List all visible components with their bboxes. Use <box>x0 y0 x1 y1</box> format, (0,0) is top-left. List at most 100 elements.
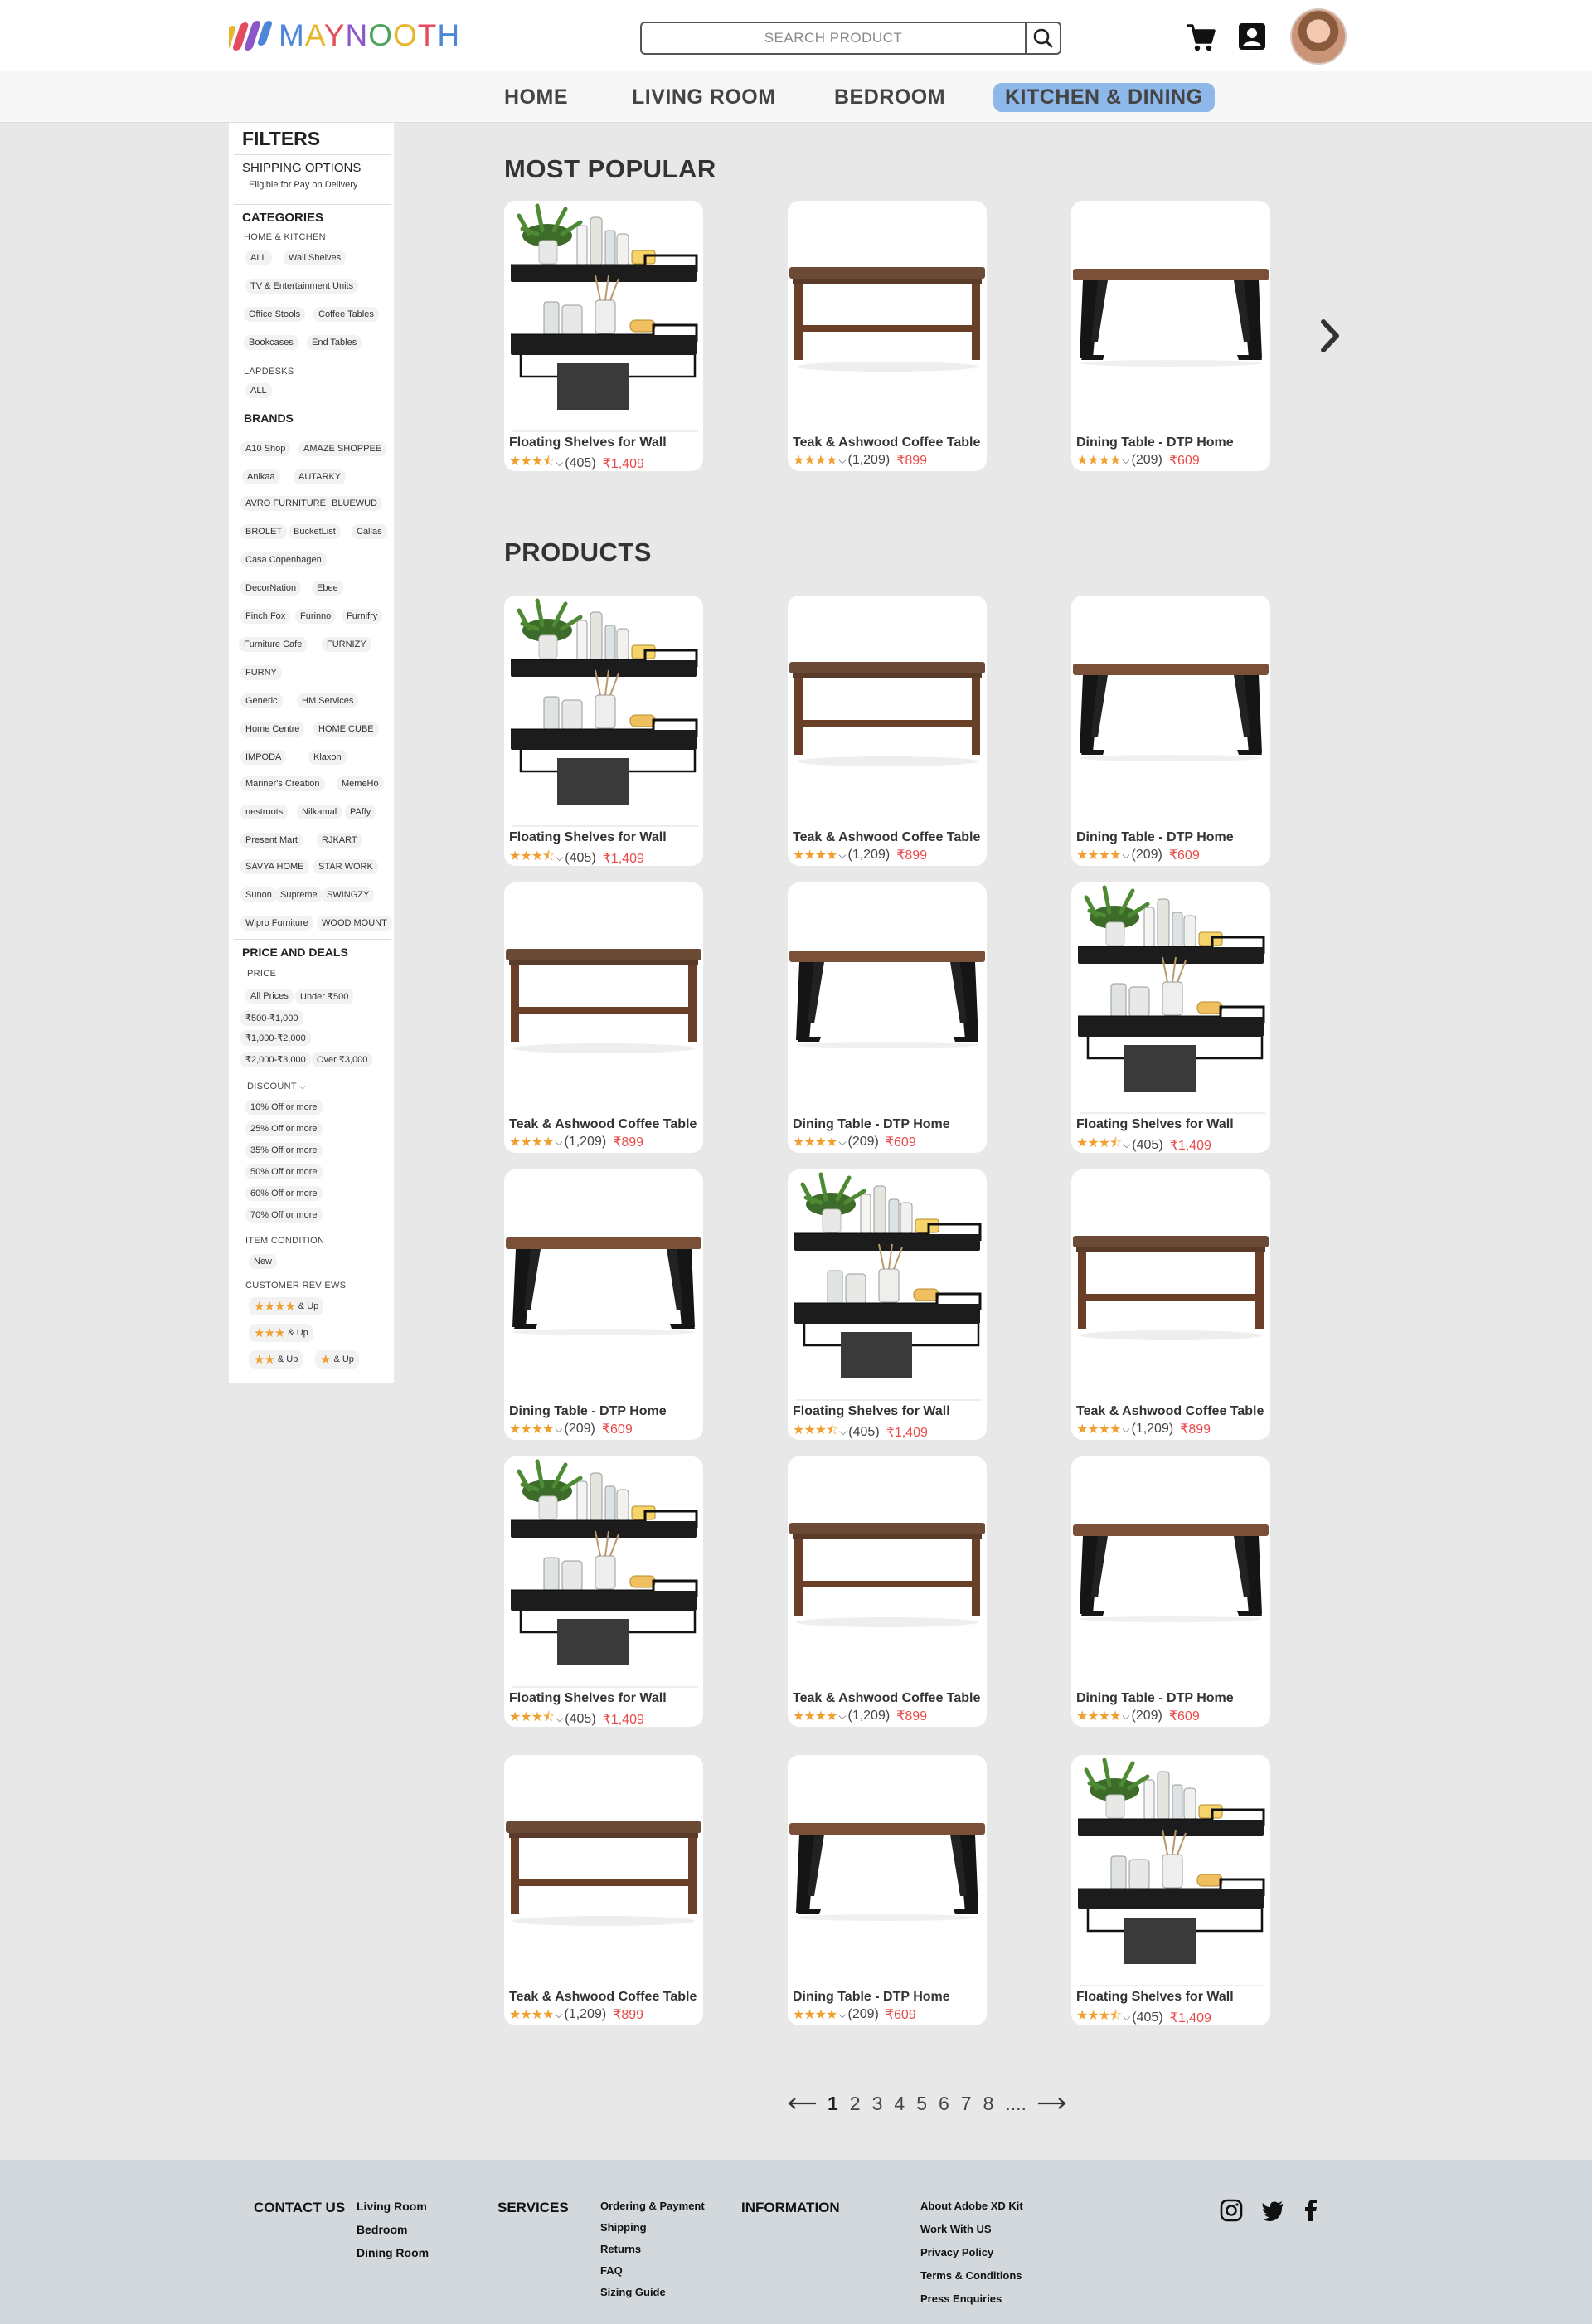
brand-chip[interactable]: AUTARKY <box>294 469 347 484</box>
instagram-icon[interactable] <box>1219 2198 1244 2223</box>
brand-chip[interactable]: Furnifry <box>342 609 383 624</box>
arrow-left-icon[interactable] <box>788 2098 818 2109</box>
page-link[interactable]: 4 <box>892 2093 906 2115</box>
brand-chip[interactable]: Anikaa <box>242 469 280 484</box>
product-card[interactable]: Floating Shelves for Wall ★★★⯪ ⌵ (405) ₹… <box>504 596 703 866</box>
category-chip[interactable]: Bookcases <box>244 335 298 350</box>
footer-link[interactable]: Returns <box>600 2243 641 2255</box>
nav-home[interactable]: HOME <box>493 83 580 112</box>
category-chip[interactable]: Coffee Tables <box>313 307 379 322</box>
page-link[interactable]: 7 <box>959 2093 973 2115</box>
footer-link[interactable]: Shipping <box>600 2221 647 2234</box>
discount-chip[interactable]: 50% Off or more <box>245 1164 323 1179</box>
product-name[interactable]: Floating Shelves for Wall <box>509 1691 667 1706</box>
chevron-down-icon[interactable]: ⌵ <box>838 2009 846 2021</box>
avatar[interactable] <box>1290 8 1347 65</box>
product-card[interactable]: Floating Shelves for Wall ★★★⯪ ⌵ (405) ₹… <box>1071 882 1270 1153</box>
product-name[interactable]: Teak & Ashwood Coffee Table <box>509 1990 696 2005</box>
chevron-down-icon[interactable]: ⌵ <box>1122 849 1129 862</box>
product-card[interactable]: Teak & Ashwood Coffee Table ★★★★ ⌵ (1,20… <box>788 1456 987 1727</box>
brand-chip[interactable]: Sunon <box>240 887 277 902</box>
category-chip[interactable]: ALL <box>245 383 272 398</box>
brand-chip[interactable]: FURNY <box>240 665 282 680</box>
price-chip[interactable]: ₹1,000-₹2,000 <box>240 1030 311 1046</box>
brand-chip[interactable]: Mariner's Creation <box>240 776 325 791</box>
brand-chip[interactable]: SWINGZY <box>322 887 375 902</box>
brand-chip[interactable]: AMAZE SHOPPEE <box>298 441 387 456</box>
discount-chip[interactable]: 35% Off or more <box>245 1143 323 1158</box>
chevron-down-icon[interactable]: ⌵ <box>555 2009 562 2021</box>
footer-link[interactable]: FAQ <box>600 2264 623 2277</box>
chevron-right-icon[interactable] <box>1313 315 1347 357</box>
brand-chip[interactable]: Furniture Cafe <box>239 637 308 652</box>
nav-bedroom[interactable]: BEDROOM <box>823 83 957 112</box>
nav-living-room[interactable]: LIVING ROOM <box>620 83 788 112</box>
discount-chip[interactable]: 25% Off or more <box>245 1121 323 1136</box>
price-chip[interactable]: Over ₹3,000 <box>312 1052 373 1067</box>
search-button[interactable] <box>1025 23 1060 53</box>
chevron-down-icon[interactable]: ⌵ <box>556 1713 563 1725</box>
price-chip[interactable]: ₹500-₹1,000 <box>240 1010 303 1026</box>
chevron-down-icon[interactable]: ⌵ <box>1122 1710 1129 1723</box>
brand-chip[interactable]: PAffy <box>345 805 376 819</box>
page-link[interactable]: 3 <box>871 2093 885 2115</box>
product-card[interactable]: Teak & Ashwood Coffee Table ★★★★ ⌵ (1,20… <box>788 201 987 471</box>
brand-chip[interactable]: nestroots <box>240 805 289 819</box>
discount-chip[interactable]: 10% Off or more <box>245 1100 323 1115</box>
chevron-down-icon[interactable]: ⌵ <box>555 1423 562 1436</box>
product-name[interactable]: Dining Table - DTP Home <box>793 1117 950 1132</box>
product-name[interactable]: Dining Table - DTP Home <box>1076 830 1234 845</box>
brand-chip[interactable]: Present Mart <box>240 833 303 848</box>
facebook-icon[interactable] <box>1298 2198 1323 2223</box>
product-card[interactable]: Floating Shelves for Wall ★★★⯪ ⌵ (405) ₹… <box>788 1169 987 1440</box>
search-input[interactable] <box>642 23 1025 53</box>
category-chip[interactable]: TV & Entertainment Units <box>245 279 359 294</box>
maynooth-logo[interactable]: MAYNOOTH <box>229 17 460 55</box>
product-card[interactable]: Floating Shelves for Wall ★★★⯪ ⌵ (405) ₹… <box>504 1456 703 1727</box>
product-card[interactable]: Dining Table - DTP Home ★★★★ ⌵ (209) ₹60… <box>788 882 987 1153</box>
cart-icon[interactable] <box>1184 21 1217 54</box>
price-chip[interactable]: Under ₹500 <box>295 989 354 1004</box>
product-name[interactable]: Teak & Ashwood Coffee Table <box>793 435 980 450</box>
page-link[interactable]: 8 <box>982 2093 996 2115</box>
product-card[interactable]: Floating Shelves for Wall ★★★⯪ ⌵ (405) ₹… <box>1071 1755 1270 2025</box>
brand-chip[interactable]: BROLET <box>240 524 288 539</box>
chevron-down-icon[interactable]: ⌵ <box>839 1426 847 1438</box>
review-filter-3[interactable]: ★★★ & Up <box>249 1324 313 1342</box>
condition-chip[interactable]: New <box>249 1254 278 1269</box>
product-card[interactable]: Dining Table - DTP Home ★★★★ ⌵ (209) ₹60… <box>1071 596 1270 866</box>
chevron-down-icon[interactable]: ⌵ <box>556 852 563 864</box>
page-link[interactable]: 6 <box>937 2093 951 2115</box>
brand-chip[interactable]: AVRO FURNITURE <box>240 496 331 511</box>
page-link[interactable]: 5 <box>915 2093 929 2115</box>
footer-link[interactable]: Sizing Guide <box>600 2286 666 2298</box>
brand-chip[interactable]: HOME CUBE <box>313 722 379 737</box>
footer-link[interactable]: Press Enquiries <box>920 2292 1002 2305</box>
product-name[interactable]: Floating Shelves for Wall <box>793 1404 950 1419</box>
nav-kitchen-dining[interactable]: KITCHEN & DINING <box>993 83 1215 112</box>
product-name[interactable]: Teak & Ashwood Coffee Table <box>793 1691 980 1706</box>
chevron-down-icon[interactable]: ⌵ <box>1122 455 1129 467</box>
brand-chip[interactable]: Callas <box>352 524 387 539</box>
brand-chip[interactable]: SAVYA HOME <box>240 859 309 874</box>
brand-chip[interactable]: Supreme <box>275 887 323 902</box>
brand-chip[interactable]: IMPODA <box>240 750 287 765</box>
brand-chip[interactable]: Furinno <box>295 609 337 624</box>
twitter-icon[interactable] <box>1260 2198 1285 2223</box>
product-card[interactable]: Teak & Ashwood Coffee Table ★★★★ ⌵ (1,20… <box>1071 1169 1270 1440</box>
discount-subtitle[interactable]: DISCOUNT ⌵ <box>247 1082 306 1092</box>
review-filter-1[interactable]: ★ & Up <box>315 1350 359 1369</box>
product-name[interactable]: Floating Shelves for Wall <box>509 435 667 450</box>
brand-chip[interactable]: A10 Shop <box>240 441 291 456</box>
footer-link[interactable]: Privacy Policy <box>920 2246 993 2258</box>
product-name[interactable]: Dining Table - DTP Home <box>509 1404 667 1419</box>
account-icon[interactable] <box>1235 20 1269 53</box>
brand-chip[interactable]: Finch Fox <box>240 609 291 624</box>
product-name[interactable]: Dining Table - DTP Home <box>1076 1691 1234 1706</box>
product-name[interactable]: Dining Table - DTP Home <box>1076 435 1234 450</box>
brand-chip[interactable]: Klaxon <box>308 750 347 765</box>
footer-link[interactable]: About Adobe XD Kit <box>920 2200 1023 2212</box>
brand-chip[interactable]: BucketList <box>289 524 341 539</box>
brand-chip[interactable]: Wipro Furniture <box>240 916 313 931</box>
brand-chip[interactable]: Casa Copenhagen <box>240 552 327 567</box>
